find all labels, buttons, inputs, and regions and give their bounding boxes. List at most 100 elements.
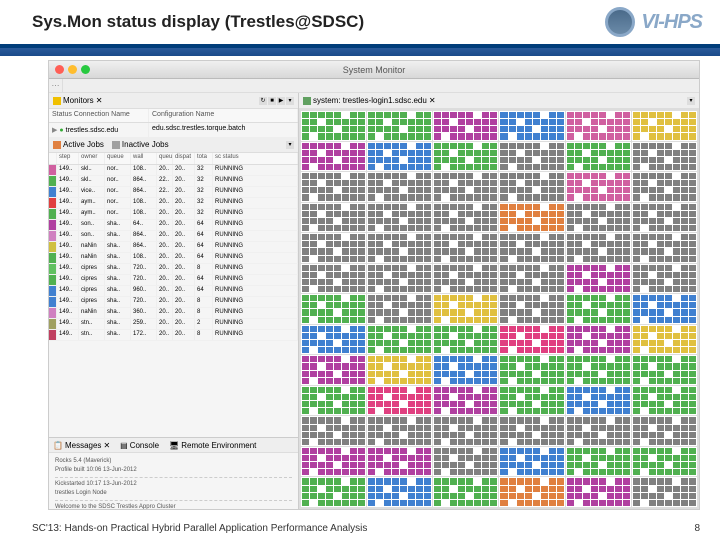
- compute-node[interactable]: [433, 172, 498, 202]
- col-tota[interactable]: tota: [195, 153, 213, 164]
- compute-node[interactable]: [499, 203, 564, 233]
- col-step[interactable]: step: [57, 153, 79, 164]
- menu-icon[interactable]: ▾: [286, 97, 294, 105]
- col-status[interactable]: sc status: [213, 153, 298, 164]
- compute-node[interactable]: [632, 355, 697, 385]
- col-owner[interactable]: owner: [79, 153, 105, 164]
- job-row[interactable]: 149..naNinsha..108..20..20..64RUNNING: [49, 253, 298, 264]
- tab-active-jobs[interactable]: Active Jobs: [53, 140, 104, 149]
- compute-node[interactable]: [566, 477, 631, 507]
- compute-node[interactable]: [433, 294, 498, 324]
- compute-node[interactable]: [301, 325, 366, 355]
- job-row[interactable]: 149..cipressha..960..20..20..64RUNNING: [49, 286, 298, 297]
- compute-node[interactable]: [632, 233, 697, 263]
- compute-node[interactable]: [499, 264, 564, 294]
- compute-node[interactable]: [367, 355, 432, 385]
- job-row[interactable]: 149..skl..nor..108..20..20..32RUNNING: [49, 165, 298, 176]
- compute-node[interactable]: [499, 416, 564, 446]
- job-row[interactable]: 149..cipressha..720..20..20..8RUNNING: [49, 264, 298, 275]
- compute-node[interactable]: [367, 264, 432, 294]
- job-row[interactable]: 149..stn..sha..259..20..20..2RUNNING: [49, 319, 298, 330]
- tab-system[interactable]: system: trestles-login1.sdsc.edu ✕: [303, 96, 436, 105]
- tab-monitors[interactable]: Monitors ✕: [53, 96, 102, 105]
- compute-node[interactable]: [301, 203, 366, 233]
- compute-node[interactable]: [367, 447, 432, 477]
- compute-node[interactable]: [301, 294, 366, 324]
- titlebar[interactable]: System Monitor: [49, 61, 699, 79]
- compute-node[interactable]: [367, 477, 432, 507]
- job-row[interactable]: 149..cipressha..720..20..20..64RUNNING: [49, 275, 298, 286]
- col-dispat[interactable]: dispat: [173, 153, 195, 164]
- compute-node[interactable]: [499, 142, 564, 172]
- compute-node[interactable]: [499, 233, 564, 263]
- compute-node[interactable]: [566, 172, 631, 202]
- compute-node[interactable]: [433, 386, 498, 416]
- col-queue[interactable]: queue: [105, 153, 131, 164]
- connection-row[interactable]: ▶ ● trestles.sdsc.edu edu.sdsc.trestles.…: [49, 123, 298, 137]
- job-row[interactable]: 149..stn..sha..172..20..20..8RUNNING: [49, 330, 298, 341]
- compute-node[interactable]: [632, 325, 697, 355]
- compute-node[interactable]: [566, 264, 631, 294]
- job-row[interactable]: 149..aym..nor..108..20..20..32RUNNING: [49, 209, 298, 220]
- compute-node[interactable]: [301, 477, 366, 507]
- compute-node[interactable]: [499, 294, 564, 324]
- compute-node[interactable]: [566, 355, 631, 385]
- compute-node[interactable]: [367, 386, 432, 416]
- compute-node[interactable]: [632, 447, 697, 477]
- compute-node[interactable]: [566, 142, 631, 172]
- compute-node[interactable]: [433, 447, 498, 477]
- job-row[interactable]: 149..son..sha..864..20..20..64RUNNING: [49, 231, 298, 242]
- compute-node[interactable]: [367, 111, 432, 141]
- job-row[interactable]: 149..naNinsha..864..20..20..64RUNNING: [49, 242, 298, 253]
- close-icon[interactable]: [55, 65, 64, 74]
- compute-node[interactable]: [433, 416, 498, 446]
- tab-console[interactable]: ▤ Console: [120, 441, 159, 450]
- compute-node[interactable]: [433, 111, 498, 141]
- compute-node[interactable]: [301, 264, 366, 294]
- tab-remote[interactable]: 🖥 Remote Environment: [169, 441, 256, 450]
- compute-node[interactable]: [499, 325, 564, 355]
- compute-node[interactable]: [367, 172, 432, 202]
- compute-node[interactable]: [433, 477, 498, 507]
- node-grid[interactable]: [299, 109, 699, 509]
- compute-node[interactable]: [566, 111, 631, 141]
- compute-node[interactable]: [566, 203, 631, 233]
- job-row[interactable]: 149..cipressha..720..20..20..8RUNNING: [49, 297, 298, 308]
- compute-node[interactable]: [499, 447, 564, 477]
- col-config[interactable]: Configuration Name: [149, 109, 298, 122]
- compute-node[interactable]: [433, 203, 498, 233]
- compute-node[interactable]: [499, 111, 564, 141]
- minimize-icon[interactable]: [68, 65, 77, 74]
- job-row[interactable]: 149..son..sha..64..20..20..64RUNNING: [49, 220, 298, 231]
- compute-node[interactable]: [632, 142, 697, 172]
- compute-node[interactable]: [499, 172, 564, 202]
- col-status[interactable]: Status Connection Name: [49, 109, 149, 122]
- compute-node[interactable]: [632, 477, 697, 507]
- compute-node[interactable]: [566, 325, 631, 355]
- compute-node[interactable]: [499, 477, 564, 507]
- compute-node[interactable]: [301, 111, 366, 141]
- compute-node[interactable]: [566, 447, 631, 477]
- compute-node[interactable]: [301, 447, 366, 477]
- compute-node[interactable]: [367, 233, 432, 263]
- compute-node[interactable]: [632, 294, 697, 324]
- compute-node[interactable]: [632, 264, 697, 294]
- compute-node[interactable]: [632, 203, 697, 233]
- compute-node[interactable]: [566, 386, 631, 416]
- compute-node[interactable]: [301, 416, 366, 446]
- stop-icon[interactable]: ■: [268, 97, 276, 105]
- compute-node[interactable]: [301, 233, 366, 263]
- compute-node[interactable]: [632, 111, 697, 141]
- sys-menu-icon[interactable]: ▾: [687, 97, 695, 105]
- toolbar-btn[interactable]: ⋯: [49, 79, 63, 93]
- compute-node[interactable]: [301, 355, 366, 385]
- compute-node[interactable]: [301, 172, 366, 202]
- compute-node[interactable]: [566, 294, 631, 324]
- compute-node[interactable]: [367, 203, 432, 233]
- job-row[interactable]: 149..vice..nor..864..22..20..32RUNNING: [49, 187, 298, 198]
- col-wall[interactable]: wall: [131, 153, 157, 164]
- messages-body[interactable]: Rocks 5.4 (Maverick)Profile built 10:06 …: [49, 453, 298, 509]
- job-row[interactable]: 149..skl..nor..864..22..20..32RUNNING: [49, 176, 298, 187]
- compute-node[interactable]: [433, 355, 498, 385]
- compute-node[interactable]: [301, 142, 366, 172]
